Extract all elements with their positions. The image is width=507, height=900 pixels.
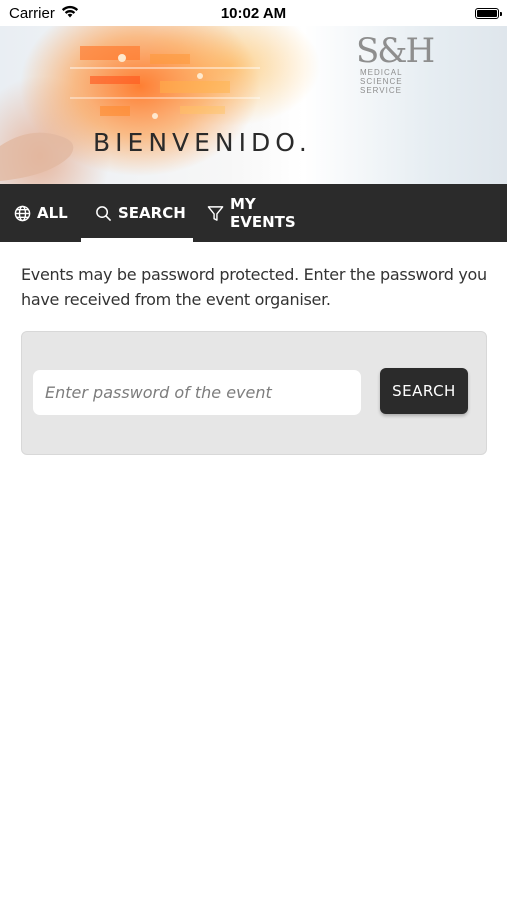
tab-my-events-label: MY EVENTS (230, 195, 296, 231)
logo-mark: S&H (356, 31, 435, 71)
password-description: Events may be password protected. Enter … (21, 265, 487, 309)
logo: S&H MEDICAL SCIENCE SERVICE (356, 31, 435, 95)
status-bar: Carrier 10:02 AM (0, 0, 507, 26)
tab-all[interactable]: ALL (0, 184, 81, 242)
tab-my-events[interactable]: MY EVENTS (193, 184, 323, 242)
header-banner: BIENVENIDO. S&H MEDICAL SCIENCE SERVICE (0, 26, 507, 184)
battery-icon (475, 7, 502, 19)
search-icon (95, 205, 112, 222)
tab-all-label: ALL (37, 204, 68, 222)
carrier-label: Carrier (9, 4, 55, 22)
tab-bar: ALL SEARCH MY EVENTS (0, 184, 507, 242)
search-panel: SEARCH (21, 331, 487, 455)
tab-search[interactable]: SEARCH (81, 184, 193, 242)
status-right (475, 7, 507, 19)
password-input[interactable] (33, 370, 361, 415)
status-left: Carrier (0, 5, 79, 22)
logo-subtitle: MEDICAL SCIENCE SERVICE (360, 68, 403, 95)
filter-icon (207, 205, 224, 222)
wifi-icon (61, 5, 79, 22)
search-button[interactable]: SEARCH (380, 368, 468, 414)
banner-title: BIENVENIDO. (93, 128, 312, 157)
globe-icon (14, 205, 31, 222)
tab-search-label: SEARCH (118, 204, 186, 222)
